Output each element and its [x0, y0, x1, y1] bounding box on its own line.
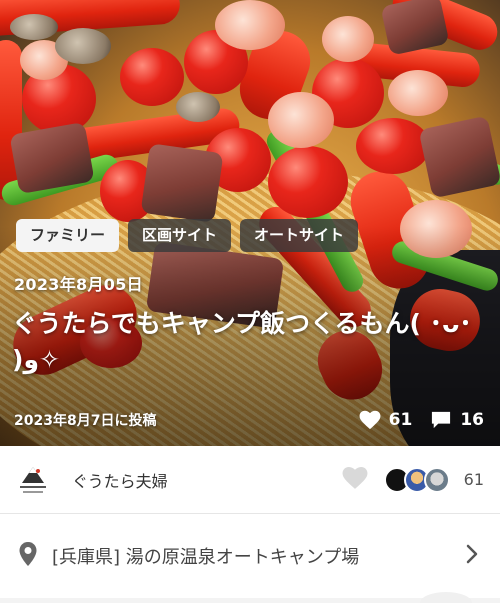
shrimp: [322, 16, 374, 62]
comment-stat[interactable]: 16: [430, 410, 484, 430]
meat-piece: [418, 115, 500, 199]
comment-icon: [430, 410, 452, 430]
like-heart-icon[interactable]: [342, 466, 368, 494]
mushroom: [176, 92, 220, 122]
liker-avatar: [423, 466, 450, 493]
like-stat[interactable]: 61: [359, 410, 413, 430]
author-row[interactable]: ぐうたら夫婦 61: [0, 446, 500, 514]
post-date: 2023年8月05日: [14, 275, 143, 294]
like-count: 61: [388, 410, 413, 430]
mushroom: [10, 14, 58, 40]
tag-auto-site[interactable]: オートサイト: [240, 219, 359, 252]
post-stats: 61 16: [359, 410, 484, 430]
author-like-count: 61: [463, 470, 484, 489]
posted-date: 2023年8月7日に投稿: [14, 413, 157, 429]
tag-list: ファミリー 区画サイト オートサイト: [16, 219, 359, 252]
author-actions: 61: [342, 466, 484, 494]
author-name[interactable]: ぐうたら夫婦: [72, 468, 168, 492]
shrimp: [268, 92, 334, 148]
tomato: [356, 118, 430, 174]
meat-piece: [380, 0, 450, 56]
tag-section-site[interactable]: 区画サイト: [128, 219, 232, 252]
comment-count: 16: [460, 410, 484, 430]
shrimp: [388, 70, 448, 116]
post-title: ぐうたらでもキャンプ飯つくるもん( ･ᴗ･ )ﻭ✧: [12, 309, 472, 374]
tag-family[interactable]: ファミリー: [16, 219, 120, 252]
tomato: [268, 146, 348, 218]
mushroom: [55, 28, 111, 64]
heart-icon: [359, 410, 381, 430]
location-name[interactable]: [兵庫県] 湯の原温泉オートキャンプ場: [52, 543, 359, 569]
map-pin-icon: [18, 541, 38, 571]
author-avatar[interactable]: [16, 463, 50, 497]
tomato: [120, 48, 184, 106]
location-row[interactable]: [兵庫県] 湯の原温泉オートキャンプ場: [0, 514, 500, 598]
meat-piece: [140, 143, 224, 223]
shrimp: [215, 0, 285, 50]
chevron-right-icon[interactable]: [466, 544, 478, 568]
liker-avatars[interactable]: [383, 466, 450, 493]
